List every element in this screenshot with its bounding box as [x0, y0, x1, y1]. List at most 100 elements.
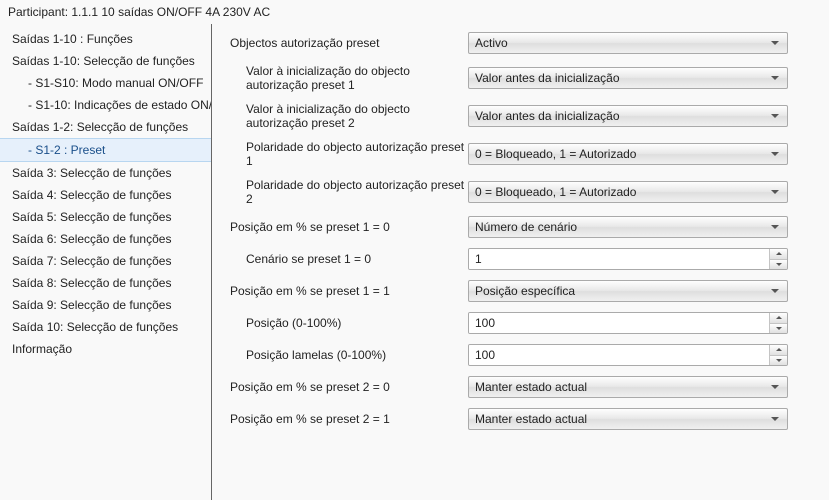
sidebar: Saídas 1-10 : Funções Saídas 1-10: Selecç…	[0, 24, 212, 500]
sidebar-item-label: Saídas 1-10 : Funções	[12, 32, 133, 46]
form-row: Posição (0-100%)	[230, 312, 817, 334]
number-input[interactable]	[469, 345, 769, 365]
sidebar-item[interactable]: Saídas 1-10 : Funções	[0, 28, 211, 50]
form-control: Valor antes da inicialização	[468, 105, 788, 127]
number-stepper	[468, 312, 788, 334]
sidebar-item-label: - S1-10: Indicações de estado ON/OFF	[28, 98, 212, 112]
form-control: Número de cenário	[468, 216, 788, 238]
form-label: Objectos autorização preset	[230, 36, 468, 50]
dropdown[interactable]: Valor antes da inicialização	[468, 67, 788, 89]
form-control: 0 = Bloqueado, 1 = Autorizado	[468, 143, 788, 165]
step-up-button[interactable]	[770, 345, 787, 356]
sidebar-item[interactable]: Saídas 1-2: Selecção de funções	[0, 116, 211, 138]
sidebar-item[interactable]: Saída 3: Selecção de funções	[0, 162, 211, 184]
dropdown[interactable]: Valor antes da inicialização	[468, 105, 788, 127]
sidebar-item-label: Saída 10: Selecção de funções	[12, 320, 178, 334]
dropdown[interactable]: Manter estado actual	[468, 408, 788, 430]
participant-title: Participant: 1.1.1 10 saídas ON/OFF 4A 2…	[8, 5, 270, 19]
form-row: Valor à inicialização do objecto autoriz…	[230, 64, 817, 92]
dropdown-value: Valor antes da inicialização	[475, 71, 620, 85]
dropdown-value: Manter estado actual	[475, 412, 587, 426]
stepper-buttons	[769, 345, 787, 365]
form-label: Posição em % se preset 1 = 1	[230, 284, 468, 298]
chevron-up-icon	[776, 316, 782, 319]
step-up-button[interactable]	[770, 313, 787, 324]
form-label: Posição lamelas (0-100%)	[246, 348, 468, 362]
form-control	[468, 312, 788, 334]
chevron-up-icon	[776, 348, 782, 351]
form-control: 0 = Bloqueado, 1 = Autorizado	[468, 181, 788, 203]
form-row: Objectos autorização presetActivo	[230, 32, 817, 54]
form-label: Polaridade do objecto autorização preset…	[246, 178, 468, 206]
form-control: Valor antes da inicialização	[468, 67, 788, 89]
step-down-button[interactable]	[770, 356, 787, 366]
sidebar-item-label: Saída 8: Selecção de funções	[12, 276, 171, 290]
form-control: Manter estado actual	[468, 408, 788, 430]
sidebar-item[interactable]: - S1-S10: Modo manual ON/OFF	[0, 72, 211, 94]
sidebar-item[interactable]: Saída 10: Selecção de funções	[0, 316, 211, 338]
stepper-buttons	[769, 313, 787, 333]
form-row: Cenário se preset 1 = 0	[230, 248, 817, 270]
sidebar-item[interactable]: Informação	[0, 338, 211, 360]
sidebar-item-label: - S1-2 : Preset	[28, 143, 105, 157]
form-control: Activo	[468, 32, 788, 54]
dropdown-value: Manter estado actual	[475, 380, 587, 394]
dropdown[interactable]: Número de cenário	[468, 216, 788, 238]
form-label: Polaridade do objecto autorização preset…	[246, 140, 468, 168]
form-row: Posição em % se preset 1 = 1 Posição espe…	[230, 280, 817, 302]
dropdown[interactable]: Posição específica	[468, 280, 788, 302]
form-row: Polaridade do objecto autorização preset…	[230, 140, 817, 168]
sidebar-item[interactable]: Saída 4: Selecção de funções	[0, 184, 211, 206]
number-input[interactable]	[469, 249, 769, 269]
dropdown[interactable]: Manter estado actual	[468, 376, 788, 398]
main-layout: Saídas 1-10 : Funções Saídas 1-10: Selecç…	[0, 24, 829, 500]
sidebar-item[interactable]: Saída 6: Selecção de funções	[0, 228, 211, 250]
form-label: Valor à inicialização do objecto autoriz…	[246, 64, 468, 92]
dropdown-value: Valor antes da inicialização	[475, 109, 620, 123]
form-control	[468, 344, 788, 366]
form-label: Cenário se preset 1 = 0	[246, 252, 468, 266]
step-down-button[interactable]	[770, 260, 787, 270]
form-label: Posição em % se preset 2 = 1	[230, 412, 468, 426]
sidebar-item[interactable]: Saída 5: Selecção de funções	[0, 206, 211, 228]
sidebar-item[interactable]: Saída 9: Selecção de funções	[0, 294, 211, 316]
form-row: Posição em % se preset 1 = 0 Número de ce…	[230, 216, 817, 238]
form-control	[468, 248, 788, 270]
dropdown-value: 0 = Bloqueado, 1 = Autorizado	[475, 185, 636, 199]
number-stepper	[468, 248, 788, 270]
sidebar-item-label: - S1-S10: Modo manual ON/OFF	[28, 76, 203, 90]
form-row: Valor à inicialização do objecto autoriz…	[230, 102, 817, 130]
sidebar-item-label: Informação	[12, 342, 72, 356]
dropdown-value: Posição específica	[475, 284, 575, 298]
number-input[interactable]	[469, 313, 769, 333]
sidebar-item[interactable]: - S1-2 : Preset	[0, 138, 211, 162]
dropdown[interactable]: Activo	[468, 32, 788, 54]
sidebar-item[interactable]: Saídas 1-10: Selecção de funções	[0, 50, 211, 72]
form-label: Valor à inicialização do objecto autoriz…	[246, 102, 468, 130]
sidebar-item-label: Saída 5: Selecção de funções	[12, 210, 171, 224]
sidebar-item-label: Saída 3: Selecção de funções	[12, 166, 171, 180]
form-control: Posição específica	[468, 280, 788, 302]
form-content: Objectos autorização presetActivoValor à…	[212, 24, 829, 500]
dropdown[interactable]: 0 = Bloqueado, 1 = Autorizado	[468, 181, 788, 203]
step-down-button[interactable]	[770, 324, 787, 334]
sidebar-item-label: Saída 4: Selecção de funções	[12, 188, 171, 202]
sidebar-item-label: Saídas 1-2: Selecção de funções	[12, 120, 188, 134]
dropdown-value: Número de cenário	[475, 220, 577, 234]
participant-header: Participant: 1.1.1 10 saídas ON/OFF 4A 2…	[0, 0, 829, 24]
form-control: Manter estado actual	[468, 376, 788, 398]
sidebar-item[interactable]: Saída 8: Selecção de funções	[0, 272, 211, 294]
dropdown[interactable]: 0 = Bloqueado, 1 = Autorizado	[468, 143, 788, 165]
chevron-down-icon	[776, 327, 782, 330]
number-stepper	[468, 344, 788, 366]
sidebar-item[interactable]: Saída 7: Selecção de funções	[0, 250, 211, 272]
form-label: Posição em % se preset 1 = 0	[230, 220, 468, 234]
sidebar-item[interactable]: - S1-10: Indicações de estado ON/OFF	[0, 94, 211, 116]
form-row: Posição em % se preset 2 = 0Manter estad…	[230, 376, 817, 398]
form-row: Polaridade do objecto autorização preset…	[230, 178, 817, 206]
chevron-down-icon	[776, 359, 782, 362]
sidebar-item-label: Saída 9: Selecção de funções	[12, 298, 171, 312]
sidebar-item-label: Saída 6: Selecção de funções	[12, 232, 171, 246]
sidebar-item-label: Saídas 1-10: Selecção de funções	[12, 54, 195, 68]
step-up-button[interactable]	[770, 249, 787, 260]
